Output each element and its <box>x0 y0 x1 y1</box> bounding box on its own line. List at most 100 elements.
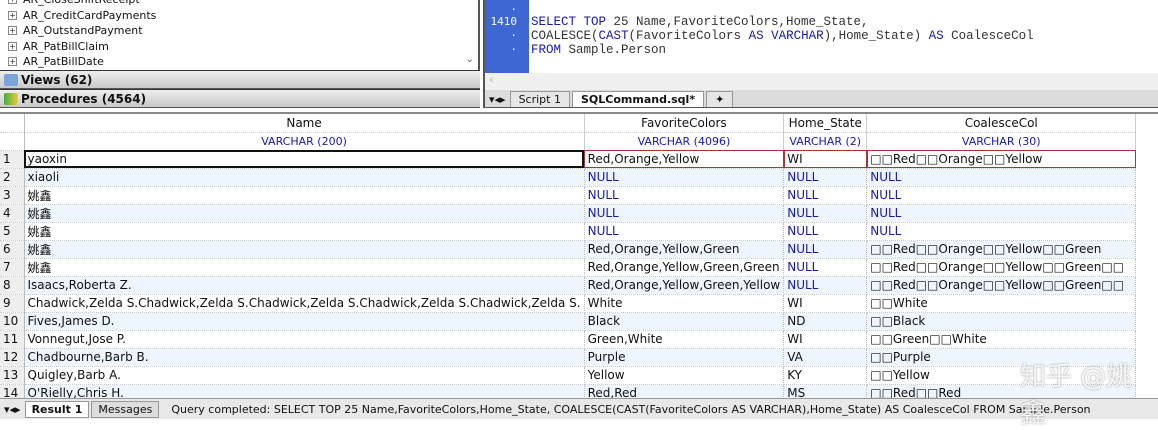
table-row[interactable]: 10 Fives,James D. Black ND □□Black <box>0 312 1137 331</box>
row-number: 3 <box>0 186 25 205</box>
cell[interactable]: □□Red□□Orange□□Yellow□□Green□□ <box>866 258 1137 277</box>
cell[interactable]: NULL <box>783 168 868 187</box>
col-header-home-state[interactable]: Home_State <box>783 114 868 133</box>
table-row[interactable]: 5 姚鑫 NULL NULL NULL <box>0 222 1137 241</box>
sql-editor[interactable]: · 1410 · · SELECT TOP 25 Name,FavoriteCol… <box>483 0 1158 108</box>
cell[interactable]: Isaacs,Roberta Z. <box>24 276 585 295</box>
tab-nav-icon[interactable]: ▾◂▸ <box>485 93 510 107</box>
cell[interactable]: Red,Orange,Yellow,Green,Yellow <box>584 276 785 295</box>
tab-messages[interactable]: Messages <box>91 400 160 418</box>
sql-code[interactable]: SELECT TOP 25 Name,FavoriteColors,Home_S… <box>531 15 1034 57</box>
col-header-name[interactable]: Name <box>24 114 585 133</box>
col-header-favoritecolors[interactable]: FavoriteColors <box>584 114 785 133</box>
table-row[interactable]: 14 O'Rielly,Chris H. Red,Red MS □□Red□□Red <box>0 384 1137 398</box>
cell[interactable]: Yellow <box>584 366 785 385</box>
cell[interactable]: VA <box>783 348 868 367</box>
cell[interactable]: NULL <box>783 276 868 295</box>
cell[interactable]: NULL <box>866 186 1137 205</box>
cell[interactable]: 姚鑫 <box>24 204 585 223</box>
cell[interactable]: 姚鑫 <box>24 258 585 277</box>
tree-item[interactable]: + AR_CloseShiftReceipt <box>8 0 140 7</box>
cell[interactable]: NULL <box>584 168 785 187</box>
tab-nav-icon[interactable]: ▾◂▸ <box>0 403 25 416</box>
cell[interactable]: □□Red□□Red <box>866 384 1137 398</box>
cell[interactable]: Chadbourne,Barb B. <box>24 348 585 367</box>
table-row[interactable]: 2 xiaoli NULL NULL NULL <box>0 168 1137 187</box>
cell[interactable]: □□Red□□Orange□□Yellow□□Green□□ <box>866 276 1137 295</box>
cell[interactable]: □□Green□□White <box>866 330 1137 349</box>
table-row[interactable]: 9 Chadwick,Zelda S.Chadwick,Zelda S.Chadw… <box>0 294 1137 313</box>
cell[interactable]: MS <box>783 384 868 398</box>
cell[interactable]: Chadwick,Zelda S.Chadwick,Zelda S.Chadwi… <box>24 294 585 313</box>
views-section[interactable]: Views (62) <box>0 70 480 89</box>
horizontal-scrollbar[interactable]: ‹ <box>485 73 1158 90</box>
tab-result-1[interactable]: Result 1 <box>24 400 90 418</box>
cell[interactable]: 姚鑫 <box>24 222 585 241</box>
cell[interactable]: NULL <box>866 204 1137 223</box>
cell[interactable]: □□Purple <box>866 348 1137 367</box>
table-row[interactable]: 4 姚鑫 NULL NULL NULL <box>0 204 1137 223</box>
tree-item[interactable]: + AR_OutstandPayment <box>8 23 143 38</box>
procedures-section[interactable]: Procedures (4564) <box>0 89 480 108</box>
tab-sqlcommand[interactable]: SQLCommand.sql* <box>571 91 705 107</box>
table-row[interactable]: 1 yaoxin Red,Orange,Yellow WI □□Red□□Orange□… <box>0 150 1137 169</box>
results-grid[interactable]: Name FavoriteColors Home_State CoalesceC… <box>0 112 1158 398</box>
cell[interactable]: Purple <box>584 348 785 367</box>
cell[interactable]: Red,Red <box>584 384 785 398</box>
expand-icon[interactable]: + <box>8 0 17 4</box>
expand-icon[interactable]: + <box>8 10 17 20</box>
cell[interactable]: Fives,James D. <box>24 312 585 331</box>
expand-icon[interactable]: + <box>8 57 17 66</box>
cell[interactable]: 姚鑫 <box>24 186 585 205</box>
object-tree[interactable]: + AR_CloseShiftReceipt + AR_CreditCardPayme… <box>0 0 480 70</box>
cell[interactable]: NULL <box>783 240 868 259</box>
cell[interactable]: Black <box>584 312 785 331</box>
cell[interactable]: NULL <box>783 258 868 277</box>
cell[interactable]: NULL <box>866 222 1137 241</box>
table-row[interactable]: 12 Chadbourne,Barb B. Purple VA □□Purple <box>0 348 1137 367</box>
new-tab-icon[interactable]: ✦ <box>706 91 734 107</box>
cell[interactable]: WI <box>783 294 868 313</box>
cell[interactable]: 姚鑫 <box>24 240 585 259</box>
expand-icon[interactable]: + <box>8 26 17 35</box>
cell[interactable]: WI <box>783 150 868 169</box>
cell[interactable]: NULL <box>584 186 785 205</box>
cell[interactable]: xiaoli <box>24 168 585 187</box>
cell[interactable]: Red,Orange,Yellow,Green <box>584 240 785 259</box>
cell[interactable]: Quigley,Barb A. <box>24 366 585 385</box>
table-row[interactable]: 6 姚鑫 Red,Orange,Yellow,Green NULL □□Red□□Ora… <box>0 240 1137 259</box>
cell[interactable]: □□Yellow <box>866 366 1137 385</box>
cell[interactable]: NULL <box>584 222 785 241</box>
cell[interactable]: NULL <box>866 168 1137 187</box>
table-row[interactable]: 7 姚鑫 Red,Orange,Yellow,Green,Green NULL □□Re… <box>0 258 1137 277</box>
cell[interactable]: O'Rielly,Chris H. <box>24 384 585 398</box>
table-row[interactable]: 13 Quigley,Barb A. Yellow KY □□Yellow <box>0 366 1137 385</box>
cell[interactable]: Red,Orange,Yellow <box>584 150 785 169</box>
cell[interactable]: Red,Orange,Yellow,Green,Green <box>584 258 785 277</box>
scroll-down-icon[interactable]: ⌄ <box>466 54 474 65</box>
cell[interactable]: NULL <box>783 222 868 241</box>
cell[interactable]: ND <box>783 312 868 331</box>
cell[interactable]: □□White <box>866 294 1137 313</box>
expand-icon[interactable]: + <box>8 41 17 51</box>
cell[interactable]: NULL <box>783 204 868 223</box>
table-row[interactable]: 11 Vonnegut,Jose P. Green,White WI □□Green□□… <box>0 330 1137 349</box>
cell[interactable]: yaoxin <box>24 150 585 169</box>
cell[interactable]: NULL <box>584 204 785 223</box>
cell[interactable]: NULL <box>783 186 868 205</box>
col-header-coalescecol[interactable]: CoalesceCol <box>866 114 1137 133</box>
tree-item[interactable]: + AR_CreditCardPayments <box>8 8 156 23</box>
cell[interactable]: KY <box>783 366 868 385</box>
table-row[interactable]: 8 Isaacs,Roberta Z. Red,Orange,Yellow,Gree… <box>0 276 1137 295</box>
cell[interactable]: WI <box>783 330 868 349</box>
cell[interactable]: □□Red□□Orange□□Yellow□□Green <box>866 240 1137 259</box>
cell[interactable]: Green,White <box>584 330 785 349</box>
table-row[interactable]: 3 姚鑫 NULL NULL NULL <box>0 186 1137 205</box>
tree-item[interactable]: + AR_PatBillDate <box>8 54 104 69</box>
tree-item[interactable]: + AR_PatBillClaim <box>8 39 109 54</box>
cell[interactable]: Vonnegut,Jose P. <box>24 330 585 349</box>
cell[interactable]: □□Black <box>866 312 1137 331</box>
cell[interactable]: □□Red□□Orange□□Yellow <box>866 150 1137 169</box>
cell[interactable]: White <box>584 294 785 313</box>
tab-script-1[interactable]: Script 1 <box>509 91 570 107</box>
